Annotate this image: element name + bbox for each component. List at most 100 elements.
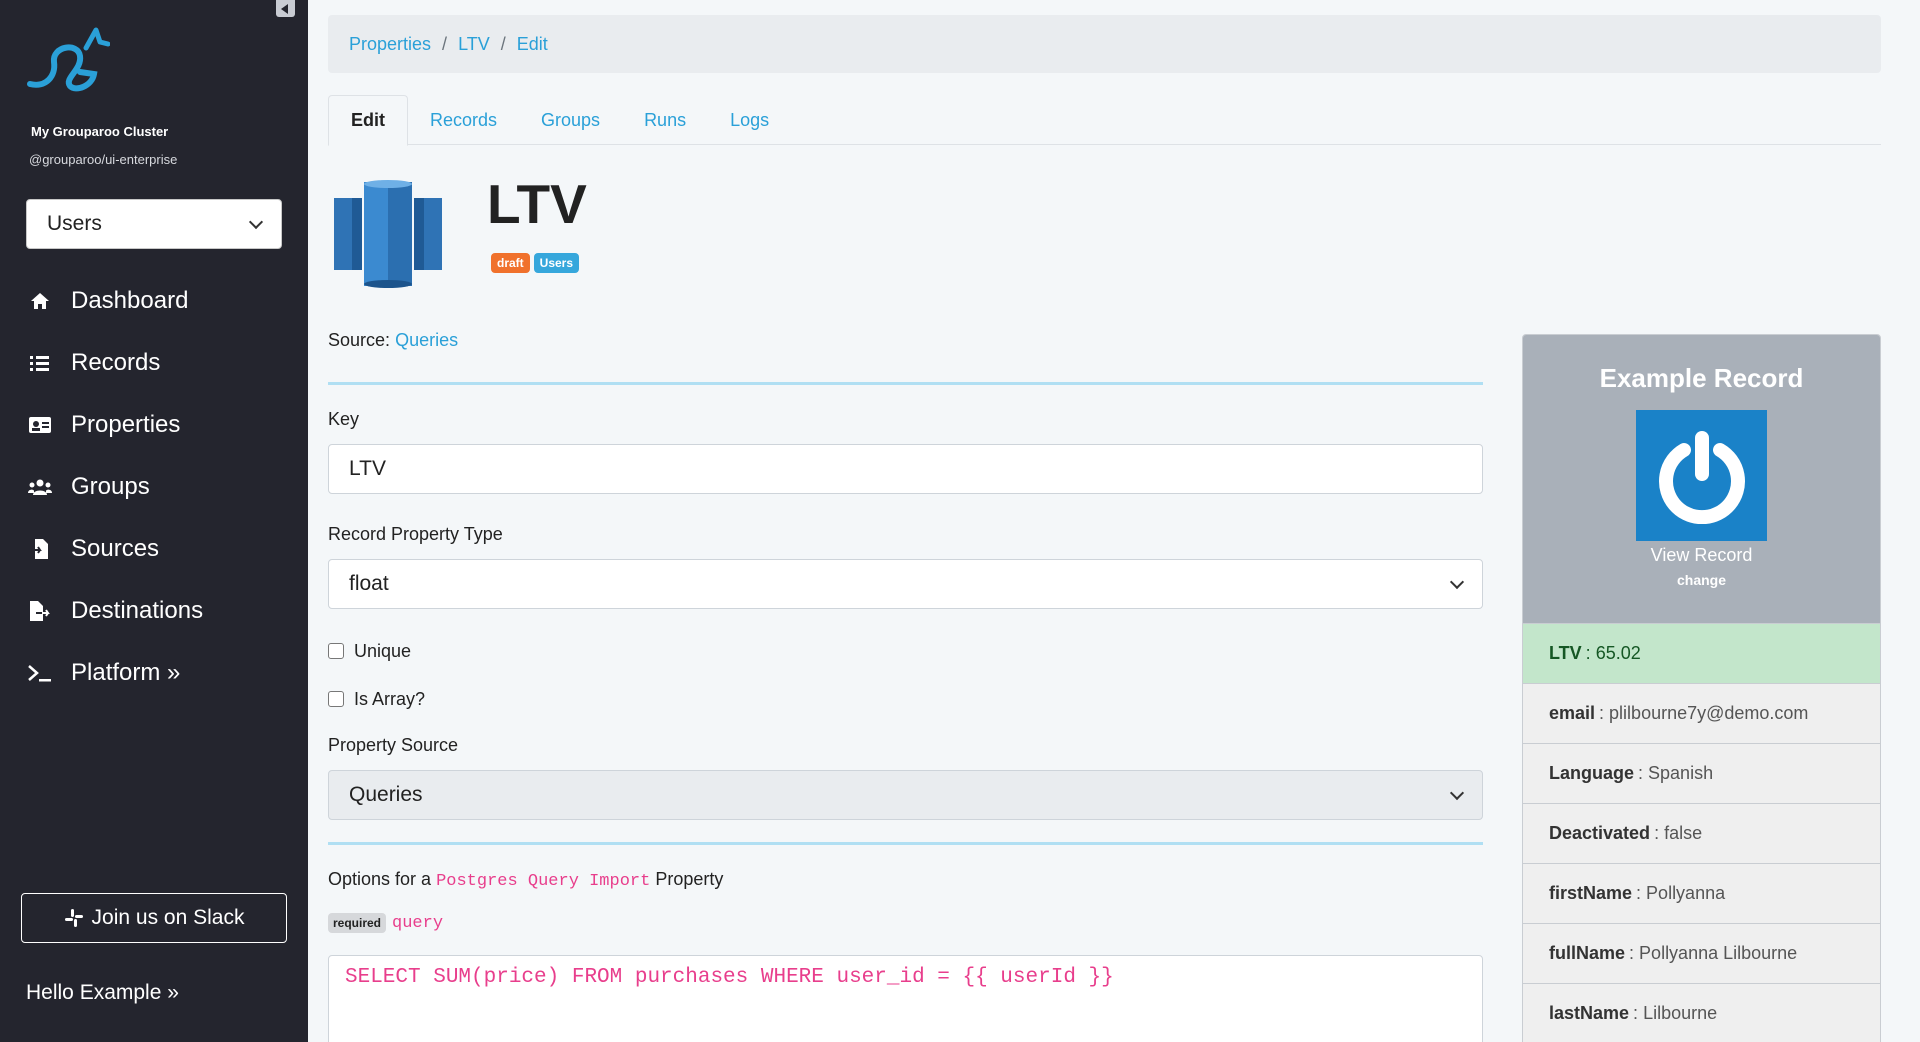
breadcrumb-edit[interactable]: Edit — [517, 34, 548, 55]
model-select[interactable]: Users — [26, 199, 282, 249]
join-slack-button[interactable]: Join us on Slack — [21, 893, 287, 943]
divider — [328, 842, 1483, 845]
sidebar-item-label: Records — [71, 349, 161, 376]
unique-checkbox[interactable] — [328, 643, 344, 659]
sidebar-item-platform[interactable]: Platform » — [0, 642, 308, 704]
type-select[interactable]: float — [328, 559, 1483, 609]
record-property-value: Pollyanna — [1646, 883, 1726, 903]
sidebar-item-dashboard[interactable]: Dashboard — [0, 270, 308, 332]
terminal-icon — [28, 661, 52, 685]
redshift-icon — [334, 180, 442, 288]
example-record-card: Example Record View Record change LTV: 6… — [1522, 334, 1881, 1042]
record-property-row: firstName: Pollyanna — [1523, 863, 1880, 923]
sidebar-nav: Dashboard Records Properties Groups Sour… — [0, 270, 308, 704]
options-heading: Options for a Postgres Query Import Prop… — [328, 869, 1483, 891]
property-source-select[interactable]: Queries — [328, 770, 1483, 820]
property-form: Source: Queries Key LTV Record Property … — [328, 330, 1483, 1042]
key-input[interactable]: LTV — [328, 444, 1483, 494]
sidebar-item-label: Groups — [71, 473, 150, 500]
record-property-key: lastName — [1549, 1003, 1630, 1023]
key-input-value: LTV — [349, 457, 386, 480]
chevron-down-icon — [248, 214, 264, 229]
record-property-value: false — [1664, 823, 1703, 843]
sidebar-item-label: Properties — [71, 411, 181, 438]
record-avatar[interactable] — [1636, 410, 1767, 541]
tab-logs[interactable]: Logs — [708, 95, 791, 145]
unique-label: Unique — [354, 640, 412, 661]
users-icon — [28, 475, 52, 499]
power-icon — [1658, 430, 1745, 524]
list-icon — [28, 351, 52, 375]
property-source-value: Queries — [349, 783, 423, 806]
query-textarea[interactable]: SELECT SUM(price) FROM purchases WHERE u… — [328, 955, 1483, 1042]
breadcrumb: Properties / LTV / Edit — [328, 15, 1881, 73]
record-property-row: Deactivated: false — [1523, 803, 1880, 863]
property-source-label: Property Source — [328, 735, 459, 755]
cluster-subtitle: @grouparoo/ui-enterprise — [29, 152, 178, 167]
sidebar-item-records[interactable]: Records — [0, 332, 308, 394]
chevron-down-icon — [1449, 785, 1465, 800]
sidebar-item-groups[interactable]: Groups — [0, 456, 308, 518]
file-import-icon — [28, 537, 52, 561]
source-label: Source — [328, 330, 386, 350]
collapse-sidebar-button[interactable] — [276, 0, 295, 17]
breadcrumb-separator: / — [442, 33, 448, 54]
breadcrumb-ltv[interactable]: LTV — [458, 34, 490, 55]
chevron-down-icon — [1449, 574, 1465, 589]
unique-checkbox-row: Unique — [328, 639, 1483, 663]
model-badge: Users — [533, 253, 580, 273]
record-property-row: email: plilbourne7y@demo.com — [1523, 683, 1880, 743]
tab-groups[interactable]: Groups — [519, 95, 622, 145]
record-property-key: email — [1549, 703, 1596, 723]
property-badges: draft Users — [491, 253, 580, 273]
record-property-row: fullName: Pollyanna Lilbourne — [1523, 923, 1880, 983]
model-select-value: Users — [47, 212, 102, 235]
source-line: Source: Queries — [328, 330, 459, 350]
tab-records[interactable]: Records — [408, 95, 519, 145]
tab-edit[interactable]: Edit — [328, 95, 408, 146]
plugin-name-code: Postgres Query Import — [436, 872, 651, 891]
divider — [328, 382, 1483, 385]
sidebar-item-sources[interactable]: Sources — [0, 518, 308, 580]
sidebar-item-label: Destinations — [71, 597, 204, 624]
change-record-link[interactable]: change — [1523, 572, 1880, 588]
grouparoo-logo[interactable] — [26, 26, 110, 92]
user-menu-link[interactable]: Hello Example » — [26, 981, 179, 1005]
sidebar: My Grouparoo Cluster @grouparoo/ui-enter… — [0, 0, 308, 1042]
sidebar-item-destinations[interactable]: Destinations — [0, 580, 308, 642]
record-property-row: LTV: 65.02 — [1523, 623, 1880, 683]
record-property-key: Language — [1549, 763, 1635, 783]
key-label: Key — [328, 409, 360, 429]
record-property-key: LTV — [1549, 643, 1582, 663]
breadcrumb-properties[interactable]: Properties — [349, 34, 431, 55]
example-record-title: Example Record — [1599, 363, 1804, 393]
record-property-key: fullName — [1549, 943, 1626, 963]
query-option-label: required query — [328, 913, 1483, 933]
options-prefix: Options for a — [328, 869, 432, 889]
record-property-key: firstName — [1549, 883, 1633, 903]
tab-bar: Edit Records Groups Runs Logs — [328, 95, 1881, 146]
is-array-label: Is Array? — [354, 688, 426, 709]
record-property-row: Language: Spanish — [1523, 743, 1880, 803]
sidebar-item-properties[interactable]: Properties — [0, 394, 308, 456]
record-property-value: 65.02 — [1595, 643, 1641, 663]
sidebar-item-label: Platform » — [71, 659, 181, 686]
file-export-icon — [28, 599, 52, 623]
tab-runs[interactable]: Runs — [622, 95, 708, 145]
record-property-value: Spanish — [1648, 763, 1714, 783]
example-record-header: Example Record View Record change — [1523, 335, 1880, 623]
record-property-value: Pollyanna Lilbourne — [1639, 943, 1798, 963]
required-badge: required — [328, 913, 387, 933]
array-checkbox-row: Is Array? — [328, 687, 1483, 711]
breadcrumb-separator: / — [500, 33, 506, 54]
slack-button-label: Join us on Slack — [91, 906, 245, 929]
view-record-link[interactable]: View Record — [1523, 545, 1880, 566]
sidebar-item-label: Dashboard — [71, 287, 189, 314]
record-property-row: lastName: Lilbourne — [1523, 983, 1880, 1042]
id-card-icon — [28, 413, 52, 437]
cluster-name: My Grouparoo Cluster — [31, 124, 169, 139]
options-suffix: Property — [655, 869, 724, 889]
is-array-checkbox[interactable] — [328, 691, 344, 707]
sidebar-item-label: Sources — [71, 535, 160, 562]
source-link[interactable]: Queries — [395, 330, 458, 350]
